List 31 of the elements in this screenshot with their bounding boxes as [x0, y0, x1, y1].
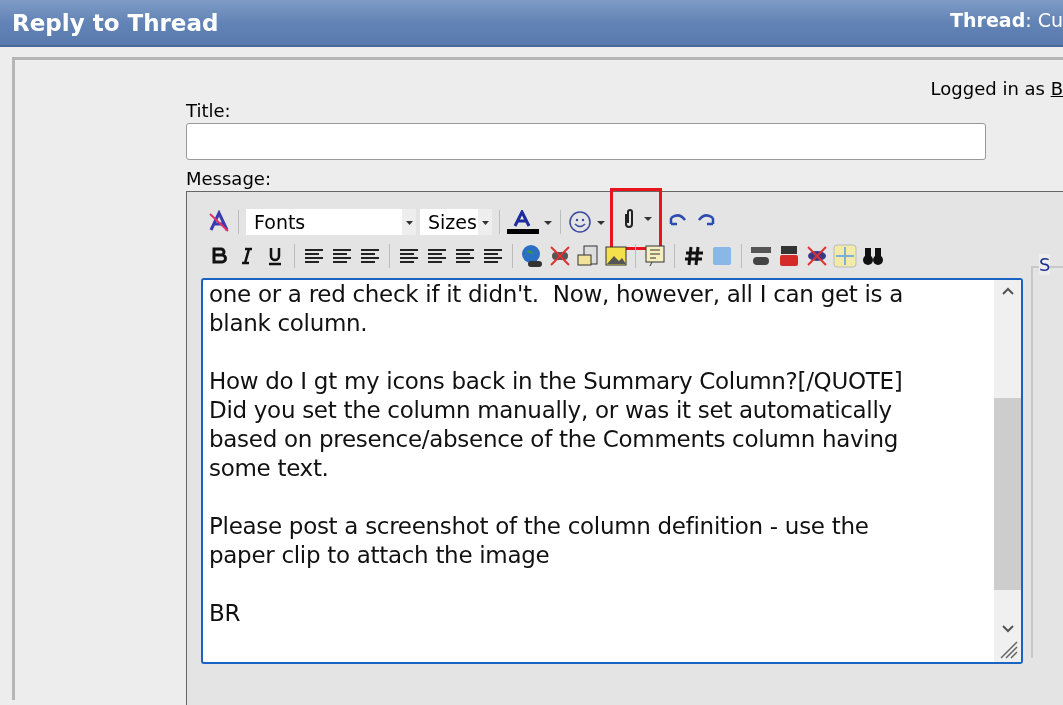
message-label: Message:: [186, 168, 272, 189]
title-label: Title:: [186, 100, 232, 121]
video-icon[interactable]: [777, 244, 801, 268]
text-color-icon[interactable]: [507, 210, 539, 234]
quote-icon[interactable]: [643, 244, 667, 268]
page-title: Reply to Thread: [12, 9, 219, 36]
title-field[interactable]: [186, 123, 986, 160]
size-dropdown[interactable]: Sizes: [420, 209, 492, 235]
message-paragraph: BR: [209, 599, 242, 628]
scroll-up-icon: [1000, 286, 1015, 296]
fieldset-legend: S: [1039, 254, 1051, 275]
remove-format-icon[interactable]: [207, 210, 231, 234]
smiley-icon[interactable]: [568, 210, 592, 234]
caret-icon: [643, 214, 653, 224]
hide-icon[interactable]: [805, 244, 829, 268]
login-status: Logged in as B: [930, 78, 1063, 99]
caret-icon: [402, 209, 416, 235]
unlink-icon[interactable]: [548, 244, 572, 268]
paperclip-icon: [623, 208, 635, 230]
message-paragraph: How do I gt my icons back in the Summary Column?[/QUOTE] Did you set the column manually, or was it set automatically based on presence/absence of the Comments column having some text.: [209, 367, 904, 483]
hash-icon[interactable]: [682, 244, 706, 268]
message-paragraph: one or a red check if it didn't. Now, however, all I can get is a blank column.: [209, 280, 905, 338]
globe-link-icon[interactable]: [520, 244, 544, 268]
message-textarea[interactable]: [201, 278, 1023, 664]
thread-title: Thread: Cu: [950, 8, 1063, 31]
message-paragraph: Please post a screenshot of the column definition - use the paper clip to attach the image: [209, 512, 870, 570]
email-icon[interactable]: [576, 244, 600, 268]
scroll-down-icon: [1000, 624, 1015, 634]
font-dropdown[interactable]: Fonts: [246, 209, 416, 235]
caret-icon: [478, 209, 492, 235]
image-icon[interactable]: [604, 244, 628, 268]
